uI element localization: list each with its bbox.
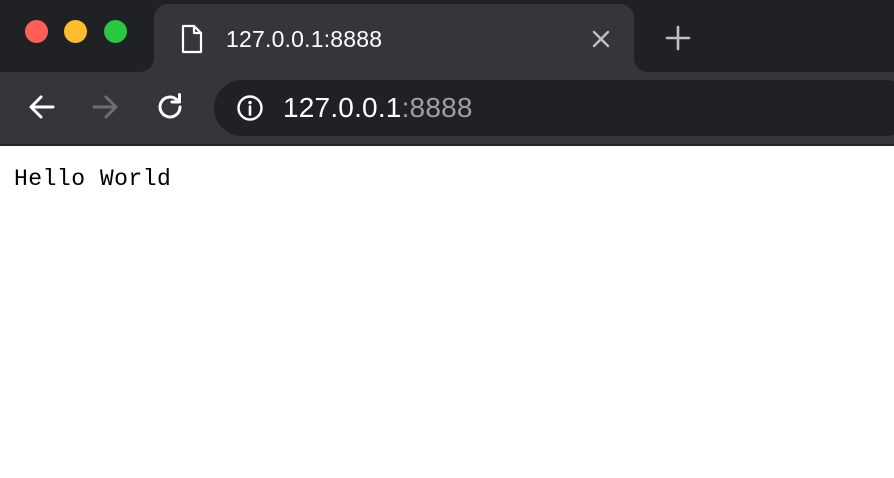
document-icon: [181, 24, 203, 54]
arrow-right-icon[interactable]: [89, 91, 121, 123]
tab-strip: 127.0.0.1:8888: [0, 0, 894, 72]
url-host: 127.0.0.1: [283, 92, 402, 123]
arrow-left-icon[interactable]: [26, 91, 58, 123]
page-text: Hello World: [14, 166, 172, 192]
info-icon[interactable]: [236, 94, 264, 122]
window-close-button[interactable]: [25, 20, 48, 43]
reload-icon[interactable]: [154, 91, 186, 123]
plus-icon[interactable]: [664, 24, 692, 52]
url-text[interactable]: 127.0.0.1:8888: [283, 93, 473, 123]
window-maximize-button[interactable]: [104, 20, 127, 43]
toolbar: 127.0.0.1:8888: [0, 72, 894, 144]
close-icon[interactable]: [590, 28, 612, 50]
address-bar[interactable]: 127.0.0.1:8888: [214, 80, 894, 136]
window-minimize-button[interactable]: [64, 20, 87, 43]
active-tab[interactable]: 127.0.0.1:8888: [154, 4, 634, 72]
browser-window: 127.0.0.1:8888 127.0.0.1:8888 Hello Worl…: [0, 0, 894, 478]
page-content: Hello World: [0, 146, 894, 478]
url-port: :8888: [401, 92, 473, 123]
tab-title: 127.0.0.1:8888: [226, 26, 383, 52]
